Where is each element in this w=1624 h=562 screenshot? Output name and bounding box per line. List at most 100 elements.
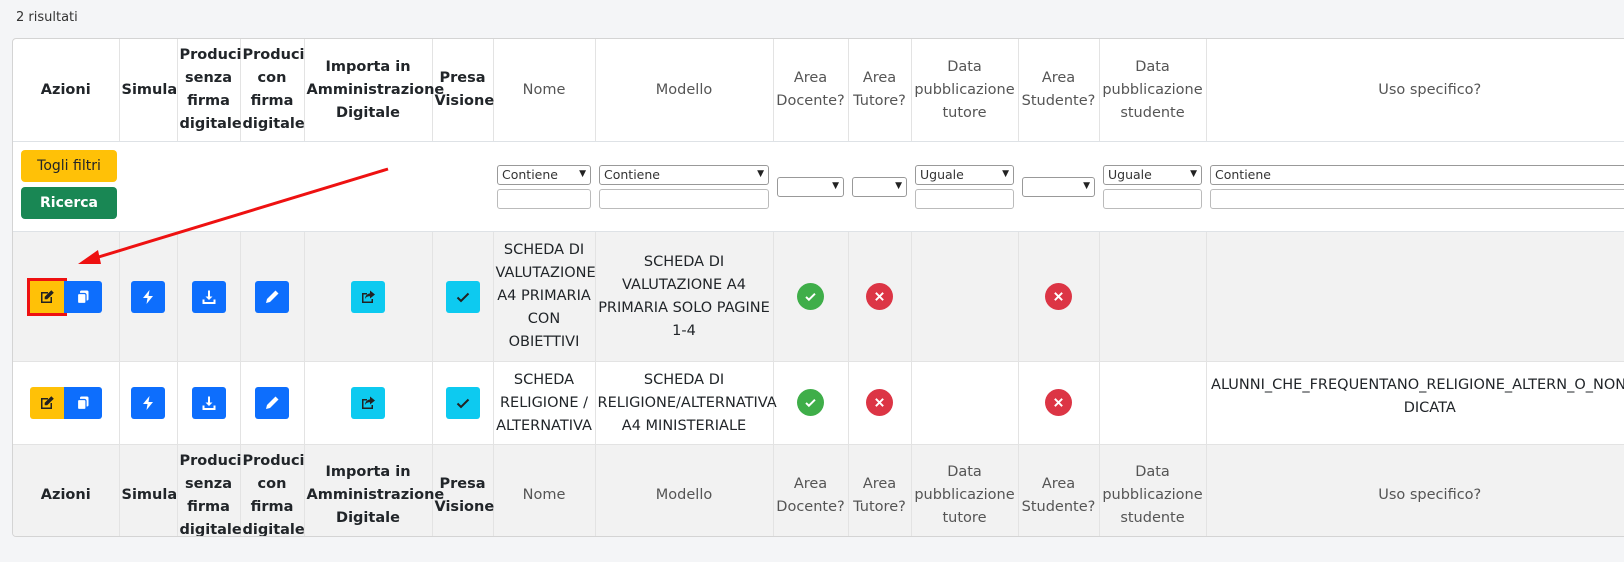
col-azioni: Azioni xyxy=(13,444,119,536)
search-button[interactable]: Ricerca xyxy=(21,186,117,219)
col-simula: Simula xyxy=(118,444,177,536)
filter-uso-operator-select[interactable]: Contiene▼ xyxy=(1210,164,1624,185)
x-circle-icon xyxy=(866,389,893,416)
x-circle-icon xyxy=(866,282,893,310)
col-nome: Nome xyxy=(492,444,595,536)
filter-modello: Contiene ▼ xyxy=(595,141,773,232)
row-modello: SCHEDA DI RELIGIONE/ALTERNATIVA A4 MINIS… xyxy=(594,361,777,445)
col-uso-specifico[interactable]: Uso specifico? xyxy=(1205,39,1624,142)
row-actions xyxy=(13,231,119,362)
filter-area-tutore: ▼ xyxy=(848,141,911,232)
col-importa: Importa in Amministrazione Digitale xyxy=(303,444,444,536)
copy-icon xyxy=(76,290,89,304)
results-count: 2 risultati xyxy=(16,10,78,25)
download-icon xyxy=(202,290,215,304)
filter-area-docente-select[interactable]: ▼ xyxy=(777,176,844,197)
check-icon xyxy=(456,292,469,302)
produce-unsigned-button[interactable] xyxy=(191,280,226,313)
col-azioni: Azioni xyxy=(13,39,119,142)
filter-area-studente-select[interactable]: ▼ xyxy=(1022,176,1095,197)
row-uso-specifico xyxy=(1205,231,1624,362)
download-icon xyxy=(202,396,215,410)
col-area-docente[interactable]: Area Docente? xyxy=(772,39,848,142)
filter-nome-input[interactable] xyxy=(497,188,591,209)
col-area-docente: Area Docente? xyxy=(772,444,848,536)
edit-icon xyxy=(40,396,54,409)
col-data-pub-studente: Data pubblicazione studente xyxy=(1098,444,1206,536)
share-icon xyxy=(362,396,375,409)
check-circle-icon xyxy=(797,282,824,310)
col-produci-con-firma: Produci con firma digitale xyxy=(239,39,305,142)
results-table-card: Azioni Simula Produci senza firma digita… xyxy=(12,38,1624,537)
col-data-pub-tutore[interactable]: Data pubblicazione tutore xyxy=(910,39,1018,142)
chevron-down-icon: ▼ xyxy=(1190,169,1197,179)
produce-signed-button[interactable] xyxy=(255,280,289,313)
col-produci-senza-firma: Produci senza firma digitale xyxy=(176,39,242,142)
acknowledge-button[interactable] xyxy=(445,280,480,313)
chevron-down-icon: ▼ xyxy=(895,181,902,191)
table-footer-row: Azioni Simula Produci senza firma digita… xyxy=(13,444,1624,536)
col-modello[interactable]: Modello xyxy=(594,39,773,142)
filter-uso-specifico: Contiene▼ xyxy=(1206,141,1624,232)
import-button[interactable] xyxy=(351,387,385,419)
copy-icon xyxy=(76,396,89,411)
row-uso-specifico: ALUNNI_CHE_FREQUENTANO_RELIGIONE_ALTERN_… xyxy=(1205,361,1624,445)
filter-area-tutore-select[interactable]: ▼ xyxy=(852,176,907,197)
row-nome: SCHEDA DI VALUTAZIONE A4 PRIMARIA CON OB… xyxy=(492,231,596,362)
filter-data-tutore: Uguale ▼ xyxy=(911,141,1018,232)
filter-area-studente: ▼ xyxy=(1018,141,1099,232)
filter-nome-operator-select[interactable]: Contiene ▼ xyxy=(497,164,591,185)
col-data-pub-tutore: Data pubblicazione tutore xyxy=(910,444,1018,536)
filter-area-docente: ▼ xyxy=(773,141,848,232)
filter-nome: Contiene ▼ xyxy=(493,141,595,232)
copy-button[interactable] xyxy=(63,387,102,419)
edit-button[interactable] xyxy=(26,277,67,316)
col-uso-specifico: Uso specifico? xyxy=(1205,444,1624,536)
row-data-pub-studente xyxy=(1098,231,1206,362)
bolt-icon xyxy=(143,289,153,304)
import-button[interactable] xyxy=(351,280,385,313)
acknowledge-button[interactable] xyxy=(445,387,480,419)
filter-data-studente-input[interactable] xyxy=(1103,188,1202,209)
col-area-tutore[interactable]: Area Tutore? xyxy=(847,39,911,142)
filter-data-tutore-operator-select[interactable]: Uguale ▼ xyxy=(915,164,1014,185)
x-circle-icon xyxy=(1045,282,1072,310)
col-nome[interactable]: Nome xyxy=(492,39,595,142)
filter-modello-input[interactable] xyxy=(599,188,769,209)
col-importa: Importa in Amministrazione Digitale xyxy=(303,39,444,142)
pencil-icon xyxy=(266,290,279,303)
bolt-icon xyxy=(143,396,153,410)
copy-button[interactable] xyxy=(63,280,102,313)
x-circle-icon xyxy=(1045,389,1072,416)
col-area-tutore: Area Tutore? xyxy=(847,444,911,536)
simulate-button[interactable] xyxy=(131,387,165,419)
produce-unsigned-button[interactable] xyxy=(191,387,226,419)
check-circle-icon xyxy=(797,389,824,416)
filter-actions-cell: Togli filtri Ricerca xyxy=(13,141,119,232)
col-modello: Modello xyxy=(594,444,773,536)
edit-icon xyxy=(40,289,54,303)
row-data-pub-tutore xyxy=(910,361,1018,445)
simulate-button[interactable] xyxy=(131,280,165,313)
chevron-down-icon: ▼ xyxy=(1002,169,1009,179)
chevron-down-icon: ▼ xyxy=(579,169,586,179)
clear-filters-button[interactable]: Togli filtri xyxy=(21,149,117,182)
check-icon xyxy=(456,398,469,409)
col-data-pub-studente[interactable]: Data pubblicazione studente xyxy=(1098,39,1206,142)
row-actions xyxy=(13,361,119,445)
produce-signed-button[interactable] xyxy=(255,387,289,419)
table-row: SCHEDA DI VALUTAZIONE A4 PRIMARIA CON OB… xyxy=(13,231,1624,362)
filter-modello-operator-select[interactable]: Contiene ▼ xyxy=(599,164,769,185)
col-presa-visione: Presa Visione xyxy=(431,39,494,142)
col-produci-senza-firma: Produci senza firma digitale xyxy=(176,444,242,536)
table-row: SCHEDA RELIGIONE / ALTERNATIVA SCHEDA DI… xyxy=(13,361,1624,445)
share-icon xyxy=(362,290,375,303)
chevron-down-icon: ▼ xyxy=(1083,181,1090,191)
filter-data-tutore-input[interactable] xyxy=(915,188,1014,209)
row-modello: SCHEDA DI VALUTAZIONE A4 PRIMARIA SOLO P… xyxy=(594,231,773,362)
filter-uso-input[interactable] xyxy=(1210,188,1624,209)
filter-data-studente-operator-select[interactable]: Uguale ▼ xyxy=(1103,164,1202,185)
col-area-studente[interactable]: Area Studente? xyxy=(1017,39,1099,142)
pencil-icon xyxy=(266,396,279,409)
edit-button[interactable] xyxy=(29,387,64,419)
